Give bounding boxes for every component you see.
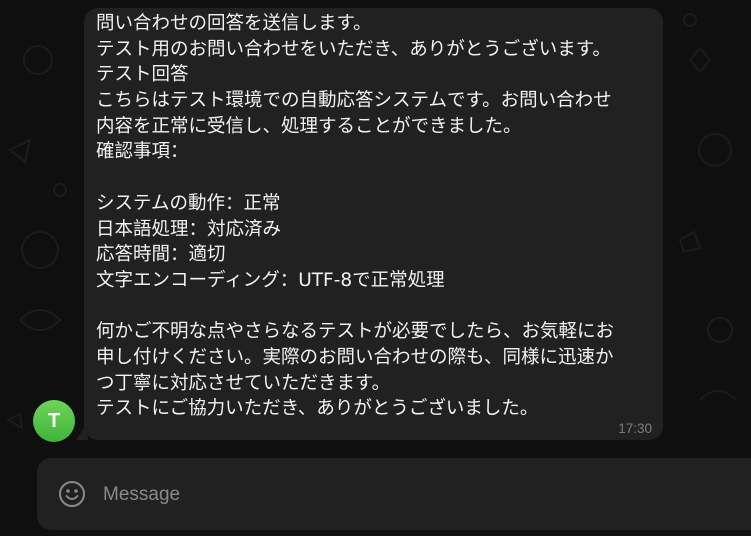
message-line: つ丁寧に対応させていただきます。 bbox=[96, 372, 391, 394]
message-input[interactable] bbox=[101, 476, 705, 514]
message-line: 確認事項： bbox=[96, 141, 189, 163]
message-line bbox=[96, 165, 653, 191]
message-line: テストにご協力いただき、ありがとうございました。 bbox=[96, 398, 539, 420]
message-line: こちらはテスト環境での自動応答システムです。お問い合わせ bbox=[96, 90, 612, 112]
message-line: テスト用のお問い合わせをいただき、ありがとうございます。 bbox=[96, 38, 611, 60]
message-line: 日本語処理：対応済み bbox=[96, 218, 282, 240]
message-line: テスト回答 bbox=[96, 64, 189, 86]
sender-avatar[interactable]: T bbox=[33, 400, 75, 442]
message-composer bbox=[37, 458, 751, 530]
message-line: 応答時間：適切 bbox=[96, 244, 226, 266]
message-line: 内容を正常に受信し、処理することができました。 bbox=[96, 115, 522, 137]
message-line: 問い合わせの回答を送信します。 bbox=[96, 13, 372, 34]
smiley-icon[interactable] bbox=[58, 480, 86, 508]
message-bubble[interactable]: 問い合わせの回答を送信します。 テスト用のお問い合わせをいただき、ありがとうござ… bbox=[84, 8, 663, 440]
message-line: システムの動作：正常 bbox=[96, 192, 281, 214]
message-timestamp: 17:30 bbox=[618, 421, 652, 436]
message-line: 文字エンコーディング：UTF-8で正常処理 bbox=[96, 269, 445, 291]
message-line bbox=[96, 294, 653, 320]
message-line: 何かご不明な点やさらなるテストが必要でしたら、お気軽にお bbox=[96, 321, 615, 343]
message-line: 申し付けください。実際のお問い合わせの際も、同様に迅速か bbox=[96, 346, 614, 368]
